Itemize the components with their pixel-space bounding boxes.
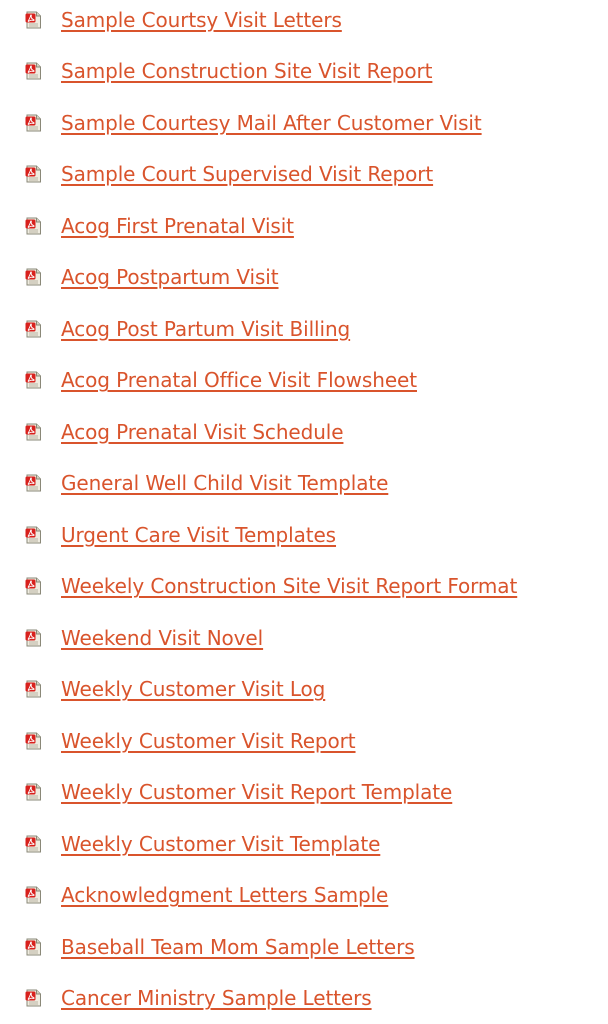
document-link[interactable]: Urgent Care Visit Templates bbox=[61, 523, 336, 547]
document-list-item: Weekly Customer Visit Log bbox=[0, 664, 608, 716]
pdf-file-icon[interactable] bbox=[25, 62, 42, 80]
document-list: Sample Courtsy Visit Letters Sample Cons… bbox=[0, 0, 608, 1024]
document-link[interactable]: Weekly Customer Visit Report Template bbox=[61, 780, 452, 804]
document-list-item: Weekly Customer Visit Report Template bbox=[0, 767, 608, 819]
document-list-item: Cancer Ministry Sample Letters bbox=[0, 973, 608, 1024]
document-link[interactable]: Acog Postpartum Visit bbox=[61, 265, 279, 289]
document-list-item: Acog Prenatal Visit Schedule bbox=[0, 406, 608, 458]
document-list-item: Weekend Visit Novel bbox=[0, 612, 608, 664]
pdf-file-icon[interactable] bbox=[25, 371, 42, 389]
pdf-file-icon[interactable] bbox=[25, 268, 42, 286]
document-list-item: Baseball Team Mom Sample Letters bbox=[0, 921, 608, 973]
document-link[interactable]: Weekly Customer Visit Log bbox=[61, 677, 325, 701]
document-link[interactable]: Acog Post Partum Visit Billing bbox=[61, 317, 350, 341]
document-link[interactable]: Sample Courtsy Visit Letters bbox=[61, 8, 342, 32]
pdf-file-icon[interactable] bbox=[25, 11, 42, 29]
document-link[interactable]: Acog Prenatal Office Visit Flowsheet bbox=[61, 368, 417, 392]
document-link[interactable]: General Well Child Visit Template bbox=[61, 471, 388, 495]
pdf-file-icon[interactable] bbox=[25, 938, 42, 956]
pdf-file-icon[interactable] bbox=[25, 320, 42, 338]
document-link[interactable]: Cancer Ministry Sample Letters bbox=[61, 986, 372, 1010]
document-link[interactable]: Weekly Customer Visit Template bbox=[61, 832, 380, 856]
pdf-file-icon[interactable] bbox=[25, 526, 42, 544]
document-list-item: Acog Post Partum Visit Billing bbox=[0, 303, 608, 355]
document-list-item: Acog Postpartum Visit bbox=[0, 252, 608, 304]
document-list-item: Sample Construction Site Visit Report bbox=[0, 46, 608, 98]
document-list-item: Weekly Customer Visit Template bbox=[0, 818, 608, 870]
pdf-file-icon[interactable] bbox=[25, 989, 42, 1007]
document-list-item: Weekely Construction Site Visit Report F… bbox=[0, 561, 608, 613]
pdf-file-icon[interactable] bbox=[25, 114, 42, 132]
pdf-file-icon[interactable] bbox=[25, 423, 42, 441]
document-list-item: Acog First Prenatal Visit bbox=[0, 200, 608, 252]
pdf-file-icon[interactable] bbox=[25, 886, 42, 904]
pdf-file-icon[interactable] bbox=[25, 577, 42, 595]
pdf-file-icon[interactable] bbox=[25, 732, 42, 750]
document-list-item: Sample Court Supervised Visit Report bbox=[0, 149, 608, 201]
pdf-file-icon[interactable] bbox=[25, 165, 42, 183]
pdf-file-icon[interactable] bbox=[25, 629, 42, 647]
pdf-file-icon[interactable] bbox=[25, 783, 42, 801]
document-list-item: Sample Courtsy Visit Letters bbox=[0, 0, 608, 46]
document-link[interactable]: Weekely Construction Site Visit Report F… bbox=[61, 574, 517, 598]
pdf-file-icon[interactable] bbox=[25, 680, 42, 698]
document-link[interactable]: Baseball Team Mom Sample Letters bbox=[61, 935, 415, 959]
document-link[interactable]: Acknowledgment Letters Sample bbox=[61, 883, 388, 907]
pdf-file-icon[interactable] bbox=[25, 474, 42, 492]
document-list-item: General Well Child Visit Template bbox=[0, 458, 608, 510]
pdf-file-icon[interactable] bbox=[25, 217, 42, 235]
document-link[interactable]: Acog Prenatal Visit Schedule bbox=[61, 420, 343, 444]
document-link[interactable]: Sample Construction Site Visit Report bbox=[61, 59, 432, 83]
document-link[interactable]: Weekend Visit Novel bbox=[61, 626, 263, 650]
document-link[interactable]: Acog First Prenatal Visit bbox=[61, 214, 294, 238]
document-list-item: Acog Prenatal Office Visit Flowsheet bbox=[0, 355, 608, 407]
document-link[interactable]: Weekly Customer Visit Report bbox=[61, 729, 356, 753]
pdf-file-icon[interactable] bbox=[25, 835, 42, 853]
document-link[interactable]: Sample Courtesy Mail After Customer Visi… bbox=[61, 111, 482, 135]
document-list-item: Weekly Customer Visit Report bbox=[0, 715, 608, 767]
document-link[interactable]: Sample Court Supervised Visit Report bbox=[61, 162, 433, 186]
document-list-item: Acknowledgment Letters Sample bbox=[0, 870, 608, 922]
document-list-item: Sample Courtesy Mail After Customer Visi… bbox=[0, 97, 608, 149]
document-list-item: Urgent Care Visit Templates bbox=[0, 509, 608, 561]
